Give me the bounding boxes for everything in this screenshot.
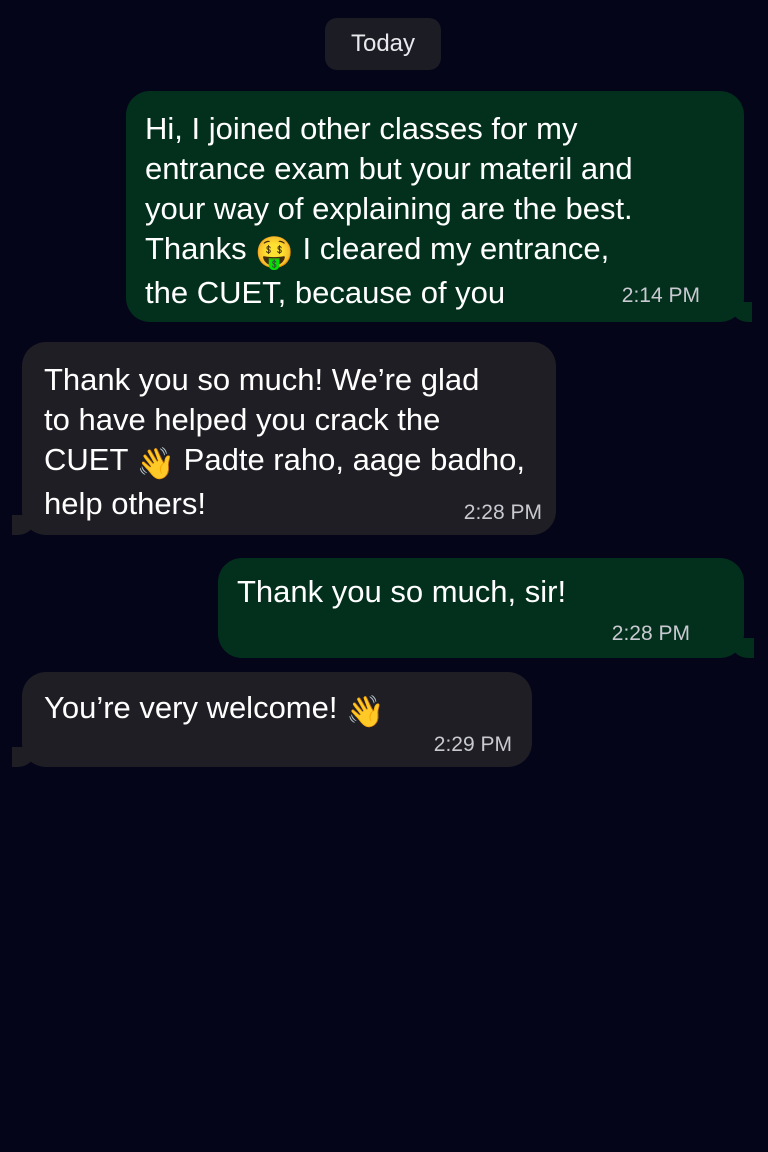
message-text: Thank you so much, sir! (237, 574, 567, 609)
message-timestamp: 2:28 PM (611, 622, 690, 645)
message-timestamp: 2:29 PM (433, 733, 512, 756)
grinning-face-icon: 🤑 (255, 235, 294, 270)
waving-hand-icon: 👋 (346, 694, 385, 729)
message-timestamp: 2:28 PM (463, 501, 542, 524)
incoming-message[interactable]: You’re very welcome! 👋 2:29 PM (12, 672, 532, 767)
date-separator-label: Today (350, 30, 416, 57)
message-text: Thank you so much! We’re glad to have he… (44, 362, 525, 521)
waving-hand-icon: 👋 (136, 446, 176, 481)
incoming-message[interactable]: Thank you so much! We’re glad to have he… (12, 342, 556, 535)
outgoing-message[interactable]: Thank you so much, sir! 2:28 PM (218, 558, 754, 658)
message-timestamp: 2:14 PM (621, 284, 700, 307)
outgoing-message[interactable]: Hi, I joined other classes for my entran… (126, 91, 752, 322)
date-separator: Today (325, 18, 441, 70)
message-text: You’re very welcome! 👋 (44, 688, 532, 732)
message-text: Hi, I joined other classes for my entran… (145, 111, 633, 310)
